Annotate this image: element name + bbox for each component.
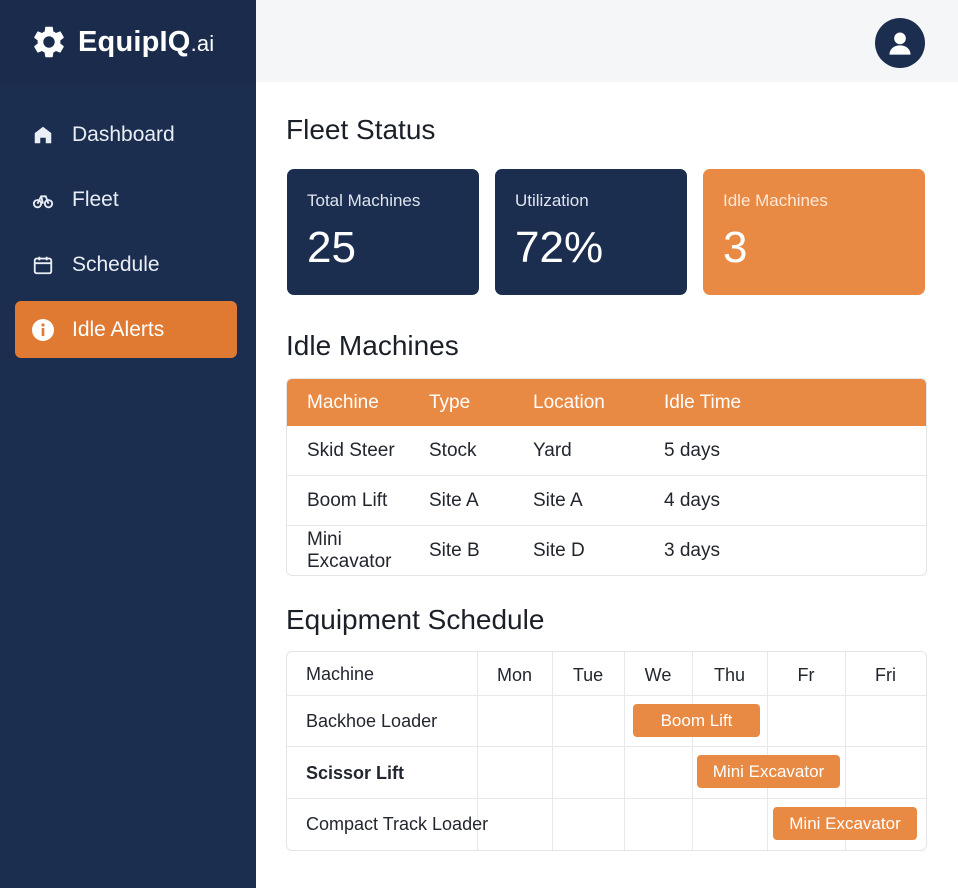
schedule-booking[interactable]: Mini Excavator xyxy=(697,755,840,788)
sidebar-item-label: Dashboard xyxy=(72,122,175,146)
idle-machines-title: Idle Machines xyxy=(286,330,459,361)
idle-machines-card[interactable]: Idle Machines 3 xyxy=(703,169,925,295)
table-row[interactable]: Skid Steer Stock Yard 5 days xyxy=(287,426,926,475)
schedule-row-machine: Backhoe Loader xyxy=(306,711,438,731)
fleet-status-title: Fleet Status xyxy=(286,114,436,145)
equipment-schedule-title: Equipment Schedule xyxy=(286,604,545,635)
table-body: Skid Steer Stock Yard 5 days Boom Lift S… xyxy=(287,426,926,575)
card-value: 72% xyxy=(515,223,604,272)
top-bar xyxy=(256,0,958,82)
table-cell: 5 days xyxy=(664,439,720,461)
card-value: 3 xyxy=(723,223,748,272)
table-cell: Site D xyxy=(533,539,585,561)
schedule-booking[interactable]: Mini Excavator xyxy=(773,807,917,840)
table-cell: Site A xyxy=(429,489,479,511)
table-cell: Site B xyxy=(429,539,480,561)
card-label: Utilization xyxy=(515,191,589,210)
fleet-icon xyxy=(31,188,55,212)
schedule-row-machine: Compact Track Loader xyxy=(306,814,489,834)
sidebar-item-dashboard[interactable]: Dashboard xyxy=(15,106,237,163)
table-cell: Boom Lift xyxy=(307,489,388,511)
schedule-booking[interactable]: Boom Lift xyxy=(633,704,760,737)
sidebar-item-fleet[interactable]: Fleet xyxy=(15,171,237,228)
brand-name: EquipIQ.ai xyxy=(78,25,215,58)
day-header-thu: Thu xyxy=(713,665,746,685)
total-machines-card[interactable]: Total Machines 25 xyxy=(287,169,479,295)
calendar-icon xyxy=(31,253,55,277)
sidebar-nav: Dashboard Fleet Schedule Idle Alerts xyxy=(15,106,237,366)
schedule-row-machine: Scissor Lift xyxy=(306,763,405,783)
idle-machines-table: Machine Type Location Idle Time Skid Ste… xyxy=(286,378,927,576)
table-cell: 4 days xyxy=(664,489,720,511)
sidebar: EquipIQ.ai Dashboard Fleet Schedule Idle… xyxy=(0,0,256,888)
column-header: Machine xyxy=(306,664,375,684)
sidebar-item-idle-alerts[interactable]: Idle Alerts xyxy=(15,301,237,358)
table-header: Machine Type Location Idle Time xyxy=(287,379,926,426)
table-row[interactable]: Mini Excavator Site B Site D 3 days xyxy=(287,525,926,575)
table-cell: Mini Excavator xyxy=(307,528,392,572)
table-cell: Stock xyxy=(429,439,477,461)
gear-icon xyxy=(34,26,64,58)
grid-divider xyxy=(287,695,926,696)
column-header[interactable]: Idle Time xyxy=(664,392,926,414)
table-cell: 3 days xyxy=(664,539,720,561)
column-header[interactable]: Location xyxy=(533,392,664,414)
card-label: Idle Machines xyxy=(723,191,828,210)
schedule-grid: Machine Mon Tue We Thu Fr Fri Backhoe Lo… xyxy=(286,651,927,851)
card-label: Total Machines xyxy=(307,191,421,210)
column-header[interactable]: Type xyxy=(429,392,533,414)
day-header-wed: We xyxy=(644,665,672,685)
main-content: Fleet Status Total Machines 25 Utilizati… xyxy=(256,82,958,888)
grid-divider xyxy=(287,746,926,747)
table-cell: Skid Steer xyxy=(307,439,395,461)
grid-divider xyxy=(287,798,926,799)
info-icon xyxy=(31,318,55,342)
table-cell: Site A xyxy=(533,489,583,511)
home-icon xyxy=(31,123,55,147)
user-avatar-icon[interactable] xyxy=(875,18,925,68)
table-cell: Yard xyxy=(533,439,572,461)
day-header-mon: Mon xyxy=(496,665,532,685)
sidebar-item-label: Idle Alerts xyxy=(72,317,165,341)
day-header-tue: Tue xyxy=(572,665,604,685)
column-header[interactable]: Machine xyxy=(287,392,429,414)
sidebar-item-label: Schedule xyxy=(72,252,160,276)
sidebar-item-label: Fleet xyxy=(72,187,119,211)
day-header-fri: Fri xyxy=(875,665,896,685)
brand[interactable]: EquipIQ.ai xyxy=(0,0,256,84)
day-header-fr: Fr xyxy=(797,665,815,685)
utilization-card[interactable]: Utilization 72% xyxy=(495,169,687,295)
card-value: 25 xyxy=(307,223,356,272)
sidebar-item-schedule[interactable]: Schedule xyxy=(15,236,237,293)
table-row[interactable]: Boom Lift Site A Site A 4 days xyxy=(287,475,926,525)
